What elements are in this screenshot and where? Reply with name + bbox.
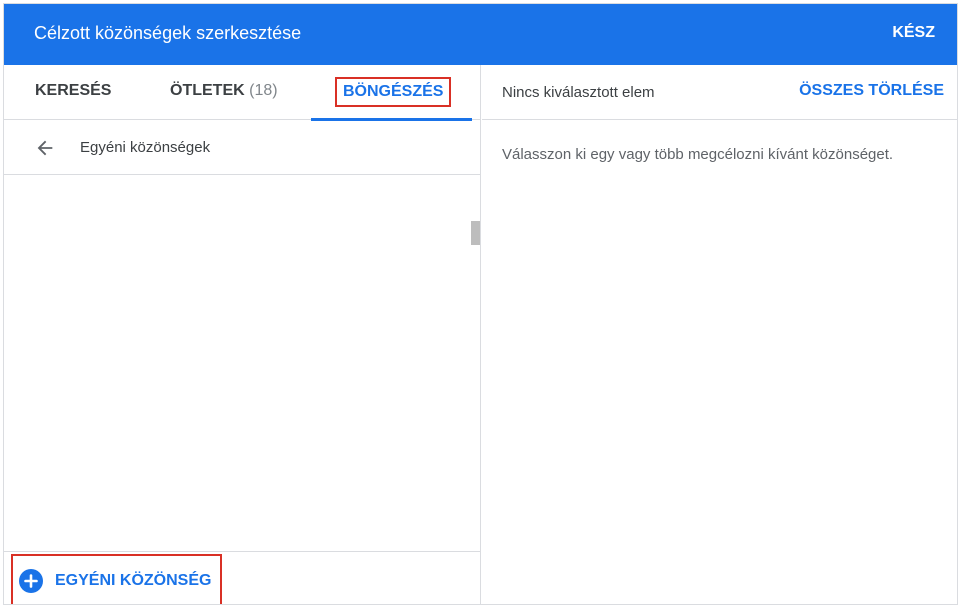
arrow-left-icon[interactable] bbox=[34, 137, 56, 159]
tab-ideas[interactable]: ÖTLETEK (18) bbox=[170, 82, 278, 100]
browse-footer: EGYÉNI KÖZÖNSÉG bbox=[4, 551, 481, 604]
tab-browse[interactable]: BÖNGÉSZÉS bbox=[335, 77, 452, 107]
tab-ideas-count: (18) bbox=[249, 82, 278, 99]
tab-browse-label: BÖNGÉSZÉS bbox=[343, 83, 444, 100]
edit-audiences-dialog: Célzott közönségek szerkesztése KÉSZ KER… bbox=[3, 3, 958, 605]
category-title: Egyéni közönségek bbox=[80, 139, 211, 156]
audience-list[interactable] bbox=[4, 176, 481, 551]
dialog-header: Célzott közönségek szerkesztése KÉSZ bbox=[4, 4, 957, 65]
add-custom-audience-button[interactable]: EGYÉNI KÖZÖNSÉG bbox=[11, 554, 222, 604]
selection-header: Nincs kiválasztott elem ÖSSZES TÖRLÉSE bbox=[482, 65, 957, 120]
dialog-title: Célzott közönségek szerkesztése bbox=[34, 23, 302, 43]
tab-search-label: KERESÉS bbox=[35, 82, 112, 99]
add-custom-audience-label: EGYÉNI KÖZÖNSÉG bbox=[55, 572, 212, 589]
browse-pane: KERESÉS ÖTLETEK (18) BÖNGÉSZÉS Egyéni kö… bbox=[4, 65, 481, 604]
plus-circle-icon bbox=[19, 569, 43, 593]
selection-status: Nincs kiválasztott elem bbox=[502, 84, 655, 101]
category-breadcrumb: Egyéni közönségek bbox=[4, 120, 481, 175]
selection-hint: Válasszon ki egy vagy több megcélozni kí… bbox=[502, 146, 894, 163]
selection-pane: Nincs kiválasztott elem ÖSSZES TÖRLÉSE V… bbox=[482, 65, 957, 604]
scrollbar-thumb[interactable] bbox=[471, 221, 480, 245]
clear-all-button[interactable]: ÖSSZES TÖRLÉSE bbox=[799, 82, 944, 100]
done-button[interactable]: KÉSZ bbox=[892, 24, 935, 42]
tab-ideas-label: ÖTLETEK bbox=[170, 82, 245, 99]
tab-search[interactable]: KERESÉS bbox=[35, 82, 111, 100]
tab-bar: KERESÉS ÖTLETEK (18) BÖNGÉSZÉS bbox=[4, 65, 481, 121]
